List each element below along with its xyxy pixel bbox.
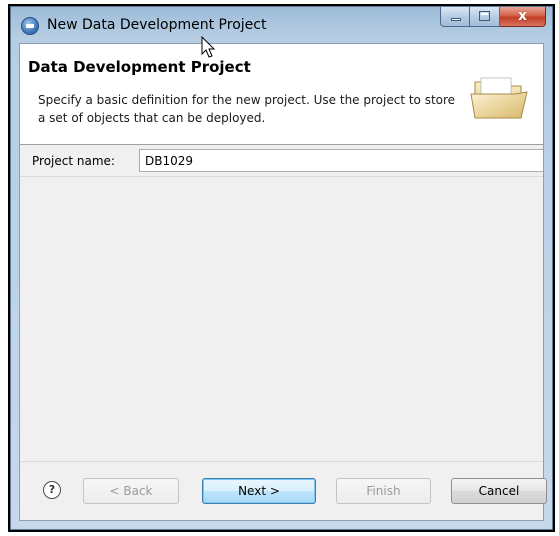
window-title: New Data Development Project bbox=[47, 17, 267, 33]
dialog-window: New Data Development Project x Data Deve… bbox=[10, 6, 553, 530]
window-controls: x bbox=[440, 7, 546, 27]
wizard-page-description: Specify a basic definition for the new p… bbox=[38, 93, 456, 125]
title-bar[interactable]: New Data Development Project x bbox=[11, 7, 552, 43]
wizard-footer: ? < Back Next > Finish Cancel bbox=[20, 461, 547, 520]
back-button[interactable]: < Back bbox=[83, 478, 179, 504]
close-button[interactable]: x bbox=[500, 7, 546, 27]
cancel-button[interactable]: Cancel bbox=[451, 478, 547, 504]
minimize-button[interactable] bbox=[440, 7, 470, 27]
dialog-client-area: Data Development Project Specify a basic… bbox=[19, 43, 547, 521]
wizard-header: Data Development Project Specify a basic… bbox=[20, 44, 543, 145]
project-name-row: Project name: bbox=[20, 144, 543, 177]
mouse-pointer-icon bbox=[201, 36, 216, 58]
project-name-input[interactable] bbox=[139, 149, 543, 172]
close-icon: x bbox=[517, 8, 528, 24]
folder-icon bbox=[470, 77, 528, 119]
project-name-label: Project name: bbox=[32, 154, 115, 168]
next-button[interactable]: Next > bbox=[202, 478, 316, 504]
minimize-icon bbox=[451, 18, 461, 21]
wizard-page-title: Data Development Project bbox=[28, 58, 251, 76]
maximize-button[interactable] bbox=[470, 7, 500, 27]
maximize-icon bbox=[479, 11, 490, 21]
finish-button[interactable]: Finish bbox=[336, 478, 431, 504]
help-icon[interactable]: ? bbox=[43, 481, 61, 499]
app-icon bbox=[21, 17, 39, 35]
